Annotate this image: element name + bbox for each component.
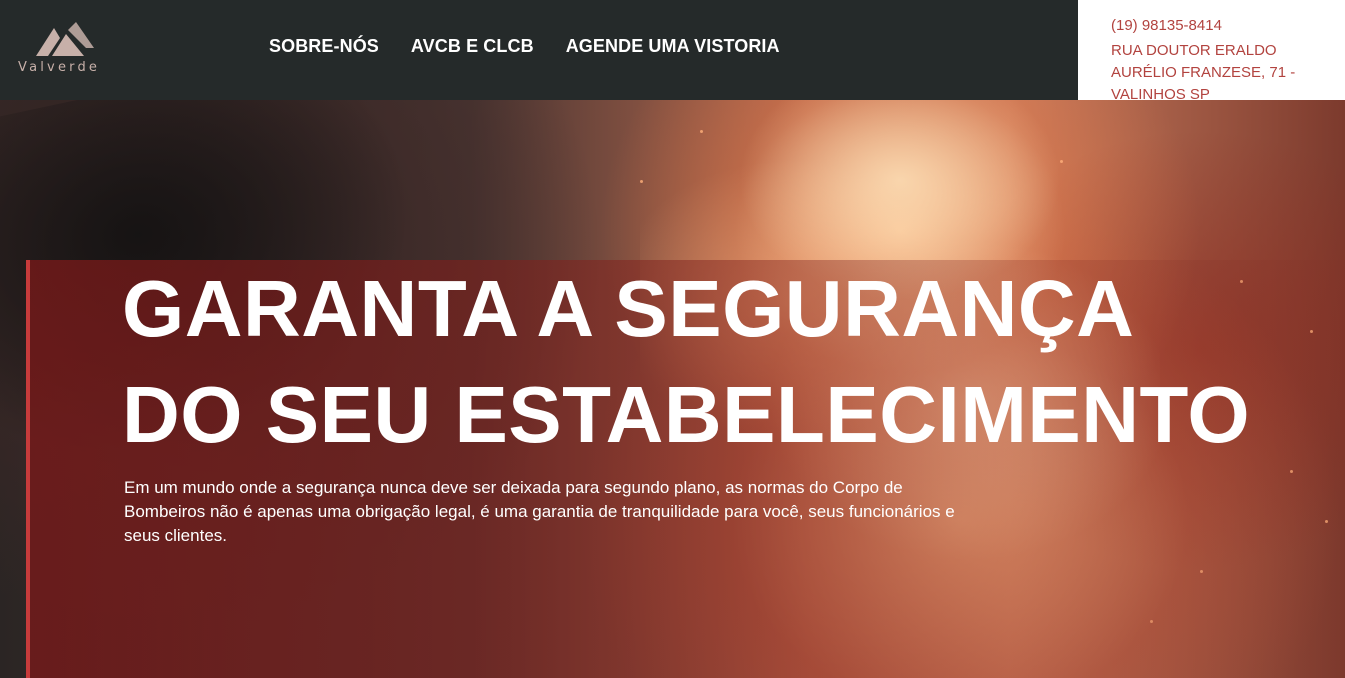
main-nav: SOBRE-NÓS AVCB E CLCB AGENDE UMA VISTORI… [269,36,780,57]
brand-wordmark: Valverde [18,60,101,75]
hero-lead-text: Em um mundo onde a segurança nunca deve … [124,478,955,545]
contact-phone[interactable]: (19) 98135-8414 [1111,17,1222,34]
nav-link-agende-vistoria[interactable]: AGENDE UMA VISTORIA [566,36,780,57]
brand-logo[interactable]: Valverde [18,22,118,78]
nav-link-avcb-clcb[interactable]: AVCB E CLCB [411,36,534,57]
ember-spark [700,130,703,133]
hero-headline-line-1: GARANTA A SEGURANÇA [122,264,1135,353]
site-header: Valverde SOBRE-NÓS AVCB E CLCB AGENDE UM… [0,0,1345,103]
page: Valverde SOBRE-NÓS AVCB E CLCB AGENDE UM… [0,0,1345,678]
hero-headline-line-2: DO SEU ESTABELECIMENTO [122,370,1251,459]
nav-link-sobre-nos[interactable]: SOBRE-NÓS [269,36,379,57]
ember-spark [1060,160,1063,163]
ember-spark [640,180,643,183]
logo-mountain-icon [36,22,94,56]
hero-headline: GARANTA A SEGURANÇA DO SEU ESTABELECIMEN… [122,256,1250,468]
contact-info-box: (19) 98135-8414 RUA DOUTOR ERALDO AURÉLI… [1078,0,1345,103]
contact-address: RUA DOUTOR ERALDO AURÉLIO FRANZESE, 71 -… [1111,42,1296,103]
